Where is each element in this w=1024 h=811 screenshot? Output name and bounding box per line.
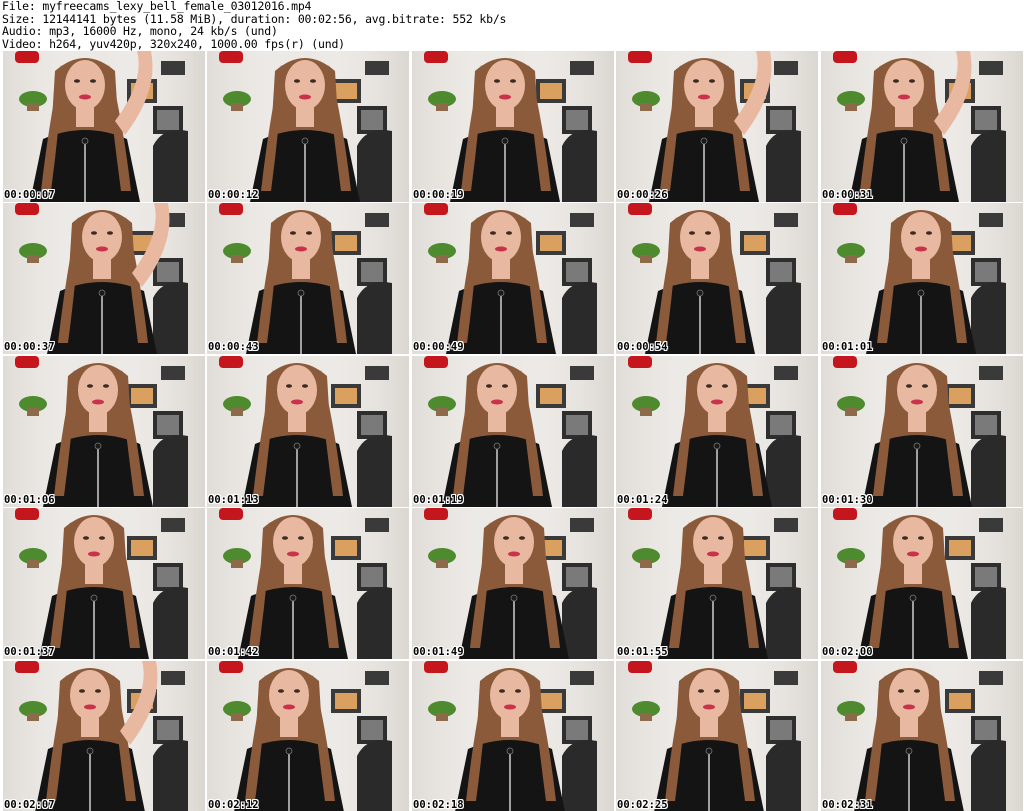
video-frame-thumbnail: 00:01:55 [616,508,818,659]
frame-timestamp: 00:01:55 [617,646,668,658]
frame-image [3,661,205,811]
video-frame-thumbnail: 00:02:25 [616,661,818,811]
frame-timestamp: 00:00:37 [4,341,55,353]
frame-timestamp: 00:00:49 [413,341,464,353]
frame-image [207,661,409,811]
frame-image [616,508,818,659]
frame-timestamp: 00:01:30 [822,494,873,506]
video-frame-thumbnail: 00:02:00 [821,508,1023,659]
frame-image [412,203,614,354]
frame-timestamp: 00:01:24 [617,494,668,506]
video-frame-thumbnail: 00:01:13 [207,356,409,507]
video-frame-thumbnail: 00:00:07 [3,51,205,202]
video-frame-thumbnail: 00:01:19 [412,356,614,507]
frame-timestamp: 00:01:13 [208,494,259,506]
frame-timestamp: 00:01:01 [822,341,873,353]
frame-timestamp: 00:00:43 [208,341,259,353]
video-frame-thumbnail: 00:01:37 [3,508,205,659]
video-frame-thumbnail: 00:02:12 [207,661,409,811]
frame-timestamp: 00:00:19 [413,189,464,201]
frame-timestamp: 00:02:07 [4,799,55,811]
frame-timestamp: 00:00:31 [822,189,873,201]
frame-image [3,508,205,659]
frame-image [616,51,818,202]
frame-image [207,203,409,354]
video-frame-thumbnail: 00:00:12 [207,51,409,202]
video-frame-thumbnail: 00:01:49 [412,508,614,659]
frame-timestamp: 00:00:07 [4,189,55,201]
frame-image [412,356,614,507]
frame-image [207,356,409,507]
frame-image [3,51,205,202]
frame-image [616,356,818,507]
frame-timestamp: 00:02:25 [617,799,668,811]
frame-timestamp: 00:01:42 [208,646,259,658]
video-info-line: Video: h264, yuv420p, 320x240, 1000.00 f… [2,36,345,51]
frame-image [821,508,1023,659]
frame-timestamp: 00:02:12 [208,799,259,811]
video-frame-thumbnail: 00:00:26 [616,51,818,202]
audio-info-line: Audio: mp3, 16000 Hz, mono, 24 kb/s (und… [2,24,278,38]
frame-timestamp: 00:01:49 [413,646,464,658]
frame-image [207,508,409,659]
thumbnail-grid: 00:00:07 00:00:12 00:00:19 00:00:26 00:00:31… [3,51,1023,811]
frame-image [821,356,1023,507]
frame-image [412,508,614,659]
frame-timestamp: 00:01:37 [4,646,55,658]
video-frame-thumbnail: 00:00:49 [412,203,614,354]
video-frame-thumbnail: 00:01:30 [821,356,1023,507]
video-frame-thumbnail: 00:02:31 [821,661,1023,811]
video-frame-thumbnail: 00:00:54 [616,203,818,354]
frame-image [821,661,1023,811]
frame-image [412,661,614,811]
frame-image [616,203,818,354]
frame-image [821,203,1023,354]
video-frame-thumbnail: 00:00:37 [3,203,205,354]
video-frame-thumbnail: 00:01:01 [821,203,1023,354]
video-frame-thumbnail: 00:02:18 [412,661,614,811]
video-frame-thumbnail: 00:01:42 [207,508,409,659]
frame-timestamp: 00:00:12 [208,189,259,201]
frame-image [821,51,1023,202]
video-frame-thumbnail: 00:00:19 [412,51,614,202]
frame-timestamp: 00:01:19 [413,494,464,506]
frame-timestamp: 00:02:31 [822,799,873,811]
frame-timestamp: 00:02:18 [413,799,464,811]
video-frame-thumbnail: 00:00:43 [207,203,409,354]
frame-image [3,203,205,354]
video-frame-thumbnail: 00:01:24 [616,356,818,507]
file-info-header: File: myfreecams_lexy_bell_female_030120… [2,0,1022,50]
frame-image [616,661,818,811]
frame-timestamp: 00:00:54 [617,341,668,353]
video-frame-thumbnail: 00:00:31 [821,51,1023,202]
frame-image [412,51,614,202]
frame-timestamp: 00:01:06 [4,494,55,506]
frame-image [207,51,409,202]
frame-image [3,356,205,507]
frame-timestamp: 00:02:00 [822,646,873,658]
frame-timestamp: 00:00:26 [617,189,668,201]
video-frame-thumbnail: 00:01:06 [3,356,205,507]
file-name-line: File: myfreecams_lexy_bell_female_030120… [2,0,312,13]
video-frame-thumbnail: 00:02:07 [3,661,205,811]
